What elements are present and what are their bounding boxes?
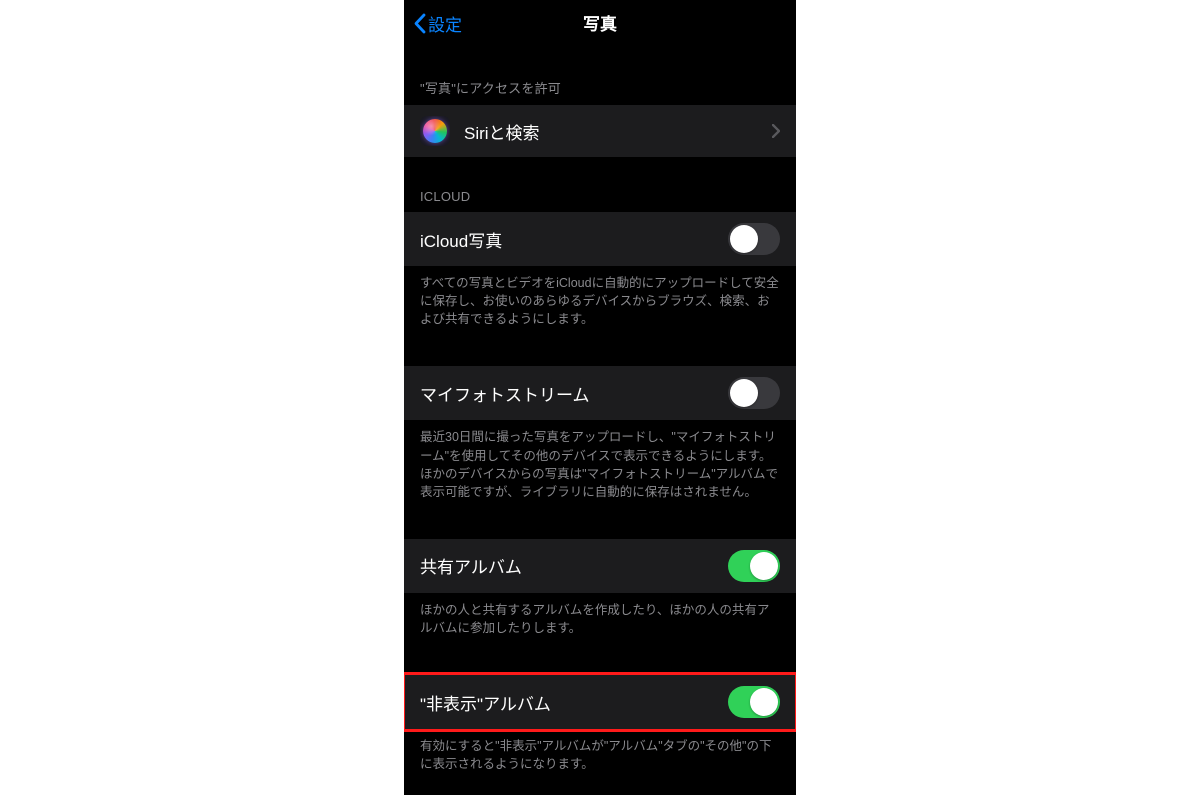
back-button[interactable]: 設定: [410, 0, 462, 46]
row-icloud-photos: iCloud写真: [404, 212, 796, 266]
spacer: [404, 336, 796, 366]
row-hidden-album: "非表示"アルバム: [404, 675, 796, 729]
note-shared-albums: ほかの人と共有するアルバムを作成したり、ほかの人の共有アルバムに参加したりします…: [404, 593, 796, 645]
nav-bar: 設定 写真: [404, 0, 796, 46]
section-header-icloud: ICLOUD: [404, 157, 796, 212]
toggle-icloud-photos[interactable]: [728, 223, 780, 255]
annotation-highlight: "非表示"アルバム: [404, 675, 796, 729]
chevron-left-icon: [410, 14, 428, 32]
toggle-shared-albums[interactable]: [728, 550, 780, 582]
note-icloud-photos: すべての写真とビデオをiCloudに自動的にアップロードして安全に保存し、お使い…: [404, 266, 796, 336]
row-label: "非表示"アルバム: [420, 690, 728, 715]
row-label: 共有アルバム: [420, 553, 728, 578]
siri-icon: [420, 116, 450, 146]
row-siri-search[interactable]: Siriと検索: [404, 105, 796, 157]
row-label: マイフォトストリーム: [420, 381, 728, 406]
section-header-access: "写真"にアクセスを許可: [404, 46, 796, 105]
page-title: 写真: [583, 10, 617, 35]
row-label: Siriと検索: [464, 119, 772, 144]
back-label: 設定: [428, 11, 462, 36]
phone-frame: 設定 写真 "写真"にアクセスを許可 Siriと検索 ICLOUD iCloud…: [404, 0, 796, 795]
row-shared-albums: 共有アルバム: [404, 539, 796, 593]
row-photo-stream: マイフォトストリーム: [404, 366, 796, 420]
note-hidden-album: 有効にすると"非表示"アルバムが"アルバム"タブの"その他"の下に表示されるよう…: [404, 729, 796, 781]
chevron-right-icon: [772, 124, 780, 138]
spacer: [404, 645, 796, 675]
row-label: iCloud写真: [420, 227, 728, 252]
toggle-photo-stream[interactable]: [728, 377, 780, 409]
toggle-hidden-album[interactable]: [728, 686, 780, 718]
spacer: [404, 509, 796, 539]
settings-content[interactable]: "写真"にアクセスを許可 Siriと検索 ICLOUD iCloud写真 すべて…: [404, 46, 796, 795]
note-photo-stream: 最近30日間に撮った写真をアップロードし、"マイフォトストリーム"を使用してその…: [404, 420, 796, 509]
spacer: [404, 781, 796, 795]
